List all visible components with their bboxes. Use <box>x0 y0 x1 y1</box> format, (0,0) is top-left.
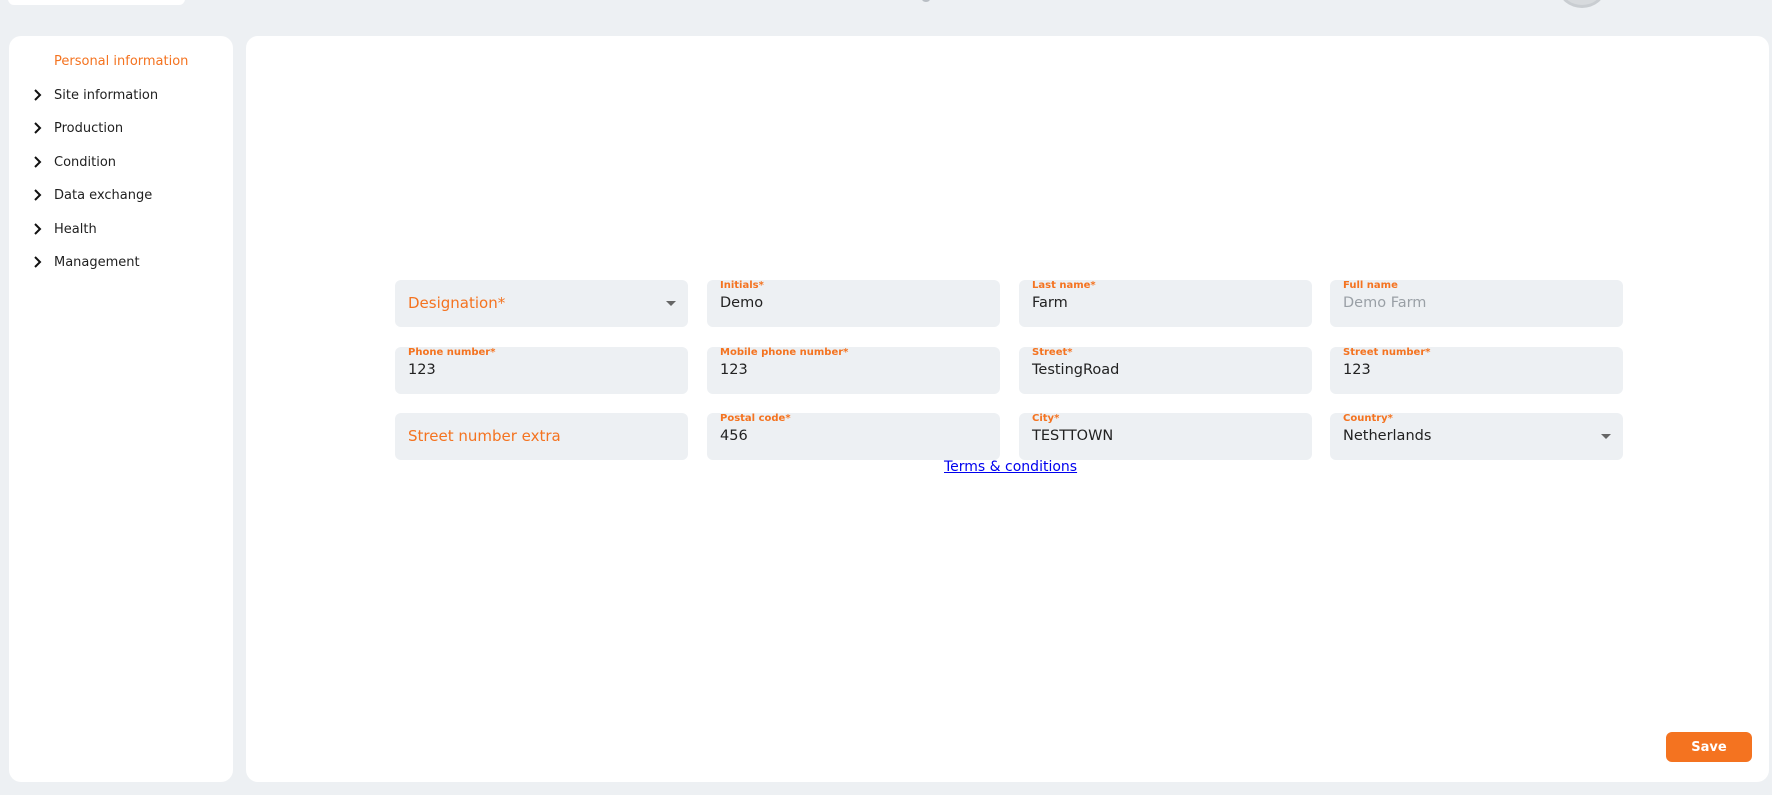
street-label: Street* <box>1032 347 1073 358</box>
mobile-phone-number-field[interactable]: Mobile phone number* 123 <box>707 347 1000 394</box>
last-name-label: Last name* <box>1032 280 1096 291</box>
chevron-right-icon <box>34 89 42 101</box>
terms-conditions-link[interactable]: Terms & conditions <box>944 459 1077 475</box>
city-label: City* <box>1032 413 1060 424</box>
city-value: TESTTOWN <box>1032 428 1114 444</box>
sidebar-item-management[interactable]: Management <box>9 247 233 277</box>
street-field[interactable]: Street* TestingRoad <box>1019 347 1312 394</box>
caret-down-icon <box>1601 434 1611 439</box>
street-number-field[interactable]: Street number* 123 <box>1330 347 1623 394</box>
street-number-extra-field[interactable]: Street number extra <box>395 413 688 460</box>
sidebar-item-label: Health <box>54 221 97 237</box>
chevron-right-icon <box>34 223 42 235</box>
chevron-right-icon <box>34 256 42 268</box>
top-left-tab <box>8 0 185 5</box>
mobile-phone-number-label: Mobile phone number* <box>720 347 849 358</box>
sidebar-item-data-exchange[interactable]: Data exchange <box>9 180 233 210</box>
sidebar-item-condition[interactable]: Condition <box>9 147 233 177</box>
street-number-value: 123 <box>1343 362 1371 378</box>
sidebar-item-label: Site information <box>54 87 159 103</box>
initials-value: Demo <box>720 295 764 311</box>
mobile-phone-number-value: 123 <box>720 362 748 378</box>
chevron-right-icon <box>34 122 42 134</box>
sidebar-item-personal-information[interactable]: Personal information <box>9 46 233 76</box>
street-value: TestingRoad <box>1032 362 1120 378</box>
sidebar-item-label: Personal information <box>54 53 189 69</box>
last-name-value: Farm <box>1032 295 1068 311</box>
avatar[interactable] <box>1559 0 1605 8</box>
caret-down-icon <box>666 301 676 306</box>
main-panel: Designation* Initials* Demo Last name* F… <box>246 36 1769 782</box>
phone-number-label: Phone number* <box>408 347 496 358</box>
sidebar-item-label: Data exchange <box>54 187 153 203</box>
city-field[interactable]: City* TESTTOWN <box>1019 413 1312 460</box>
postal-code-value: 456 <box>720 428 748 444</box>
initials-field[interactable]: Initials* Demo <box>707 280 1000 327</box>
sidebar: Personal information Site information Pr… <box>9 36 233 782</box>
country-label: Country* <box>1343 413 1393 424</box>
sidebar-item-site-information[interactable]: Site information <box>9 80 233 110</box>
street-number-label: Street number* <box>1343 347 1431 358</box>
save-button[interactable]: Save <box>1666 732 1752 762</box>
phone-number-value: 123 <box>408 362 436 378</box>
full-name-value: Demo Farm <box>1343 295 1427 311</box>
full-name-field[interactable]: Full name Demo Farm <box>1330 280 1623 327</box>
initials-label: Initials* <box>720 280 764 291</box>
top-center-mark <box>922 0 930 2</box>
phone-number-field[interactable]: Phone number* 123 <box>395 347 688 394</box>
country-value: Netherlands <box>1343 428 1432 444</box>
chevron-right-icon <box>34 156 42 168</box>
chevron-right-icon <box>34 189 42 201</box>
sidebar-item-label: Management <box>54 254 140 270</box>
sidebar-item-label: Production <box>54 120 124 136</box>
sidebar-item-health[interactable]: Health <box>9 214 233 244</box>
full-name-label: Full name <box>1343 280 1398 291</box>
postal-code-field[interactable]: Postal code* 456 <box>707 413 1000 460</box>
postal-code-label: Postal code* <box>720 413 791 424</box>
last-name-field[interactable]: Last name* Farm <box>1019 280 1312 327</box>
designation-placeholder: Designation* <box>408 294 506 312</box>
country-select[interactable]: Country* Netherlands <box>1330 413 1623 460</box>
sidebar-item-label: Condition <box>54 154 117 170</box>
designation-select[interactable]: Designation* <box>395 280 688 327</box>
street-number-extra-placeholder: Street number extra <box>408 427 561 445</box>
sidebar-item-production[interactable]: Production <box>9 113 233 143</box>
